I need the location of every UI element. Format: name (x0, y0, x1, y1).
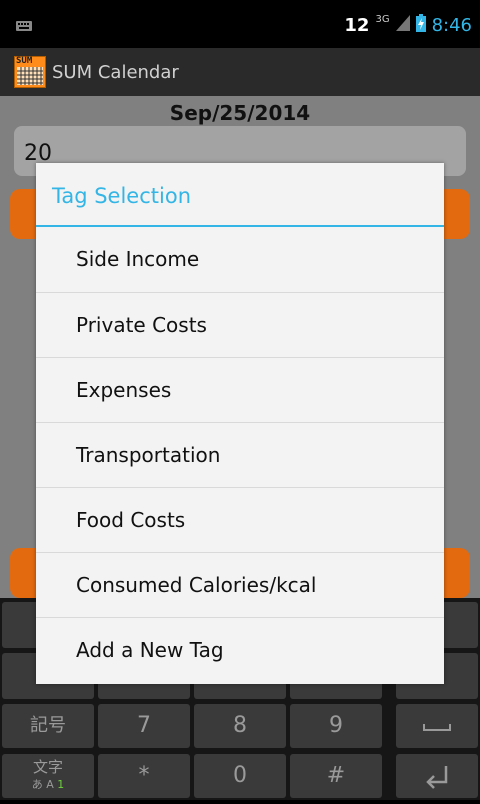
notification-count: 12 (344, 14, 370, 36)
action-bar: SUM SUM Calendar (0, 48, 480, 96)
tag-item-consumed-calories[interactable]: Consumed Calories/kcal (36, 552, 444, 617)
mode-num-label: 1 (57, 778, 65, 791)
tag-item-expenses[interactable]: Expenses (36, 357, 444, 422)
symbols-key[interactable]: 記号 (2, 704, 94, 748)
mode-key[interactable]: 文字 あ A 1 (2, 754, 94, 798)
clock: 8:46 (431, 14, 472, 36)
app-calendar-icon[interactable]: SUM (14, 56, 46, 88)
tag-selection-dialog: Tag Selection Side Income Private Costs … (36, 163, 444, 684)
network-type-label: 3G (375, 13, 390, 25)
app-title: SUM Calendar (52, 61, 179, 83)
app-icon-text: SUM (16, 56, 33, 66)
signal-icon (395, 15, 410, 35)
tag-item-side-income[interactable]: Side Income (36, 227, 444, 292)
tag-list: Side Income Private Costs Expenses Trans… (36, 227, 444, 682)
dialog-title: Tag Selection (36, 163, 444, 227)
mode-alpha-label: A (46, 778, 54, 791)
mode-key-main-label: 文字 (32, 758, 63, 776)
status-bar: 12 3G 8:46 (0, 0, 480, 48)
key-asterisk[interactable]: * (98, 754, 190, 798)
space-key[interactable] (396, 704, 478, 748)
date-heading: Sep/25/2014 (169, 101, 311, 125)
tag-item-transportation[interactable]: Transportation (36, 422, 444, 487)
key-hash[interactable]: # (290, 754, 382, 798)
space-icon (423, 724, 451, 731)
status-right-group: 12 3G 8:46 (344, 12, 472, 38)
enter-icon (426, 766, 448, 789)
add-new-tag-item[interactable]: Add a New Tag (36, 617, 444, 682)
mode-kana-label: あ (31, 778, 43, 791)
tag-item-private-costs[interactable]: Private Costs (36, 292, 444, 357)
tag-item-food-costs[interactable]: Food Costs (36, 487, 444, 552)
key-8[interactable]: 8 (194, 704, 286, 748)
key-0[interactable]: 0 (194, 754, 286, 798)
battery-icon (415, 14, 426, 36)
key-7[interactable]: 7 (98, 704, 190, 748)
keyboard-notification-icon (16, 16, 32, 31)
enter-key[interactable] (396, 754, 478, 798)
key-9[interactable]: 9 (290, 704, 382, 748)
mode-key-sub-labels: あ A 1 (2, 778, 94, 792)
